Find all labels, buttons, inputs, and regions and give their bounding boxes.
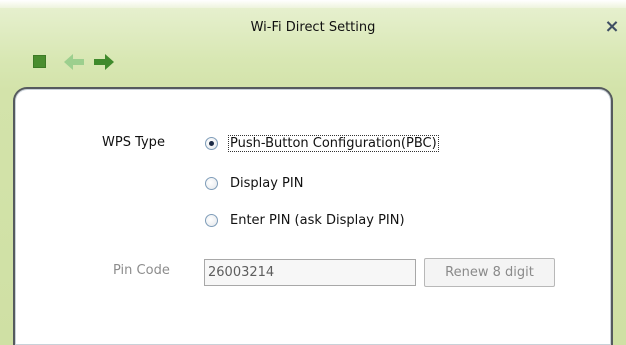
- radio-enter-pin[interactable]: Enter PIN (ask Display PIN): [205, 211, 405, 229]
- radio-button-display-pin[interactable]: [205, 176, 218, 190]
- renew-8-digit-button[interactable]: Renew 8 digit: [424, 258, 555, 287]
- pin-code-input[interactable]: 26003214: [204, 259, 416, 286]
- back-arrow-icon[interactable]: [63, 52, 85, 72]
- radio-button-enter-pin[interactable]: [205, 213, 218, 227]
- stop-icon[interactable]: [33, 55, 46, 68]
- window-title: Wi-Fi Direct Setting: [250, 20, 376, 35]
- radio-label-pbc: Push-Button Configuration(PBC): [228, 134, 439, 152]
- radio-button-pbc[interactable]: [205, 136, 218, 150]
- forward-arrow-icon[interactable]: [93, 52, 115, 72]
- radio-pbc[interactable]: Push-Button Configuration(PBC): [205, 134, 439, 152]
- radio-label-enter-pin: Enter PIN (ask Display PIN): [230, 212, 405, 228]
- close-icon[interactable]: ×: [602, 16, 622, 38]
- radio-display-pin[interactable]: Display PIN: [205, 174, 303, 192]
- window-top-strip: [0, 0, 626, 8]
- pin-code-label: Pin Code: [113, 263, 170, 278]
- radio-label-display-pin: Display PIN: [230, 175, 304, 191]
- wifi-direct-window: Wi-Fi Direct Setting × WPS Type Push-But…: [0, 0, 626, 345]
- wps-type-label: WPS Type: [102, 135, 165, 150]
